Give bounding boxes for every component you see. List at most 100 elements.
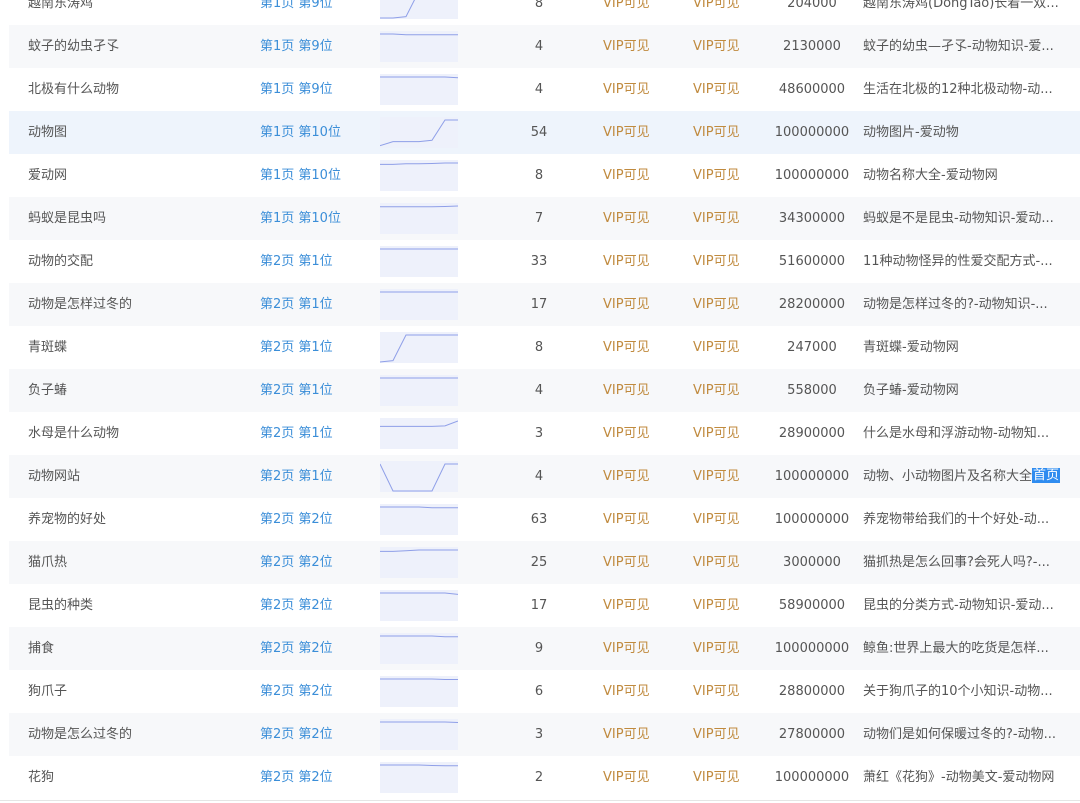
page-title-text[interactable]: 动物、小动物图片及名称大全 bbox=[863, 469, 1032, 484]
page-title-link[interactable]: 蚂蚁是不是昆虫-动物知识-爱动... bbox=[863, 197, 1076, 240]
page-title-text[interactable]: 鲸鱼:世界上最大的吃货是怎样... bbox=[863, 641, 1049, 656]
page-title-text[interactable]: 萧红《花狗》-动物美文-爱动物网 bbox=[863, 770, 1054, 785]
mobile-traffic-vip-link[interactable]: VIP可见 bbox=[693, 326, 763, 369]
page-title-link[interactable]: 生活在北极的12种北极动物-动... bbox=[863, 68, 1076, 111]
rank-position-link[interactable]: 第1页 第9位 bbox=[260, 68, 370, 111]
rank-position-link[interactable]: 第2页 第2位 bbox=[260, 627, 370, 670]
page-title-text[interactable]: 蚊子的幼虫—孑孓-动物知识-爱... bbox=[863, 39, 1054, 54]
rank-position-link[interactable]: 第2页 第2位 bbox=[260, 541, 370, 584]
rank-position-link[interactable]: 第1页 第10位 bbox=[260, 111, 370, 154]
pc-traffic-vip-link[interactable]: VIP可见 bbox=[603, 283, 673, 326]
page-title-text[interactable]: 关于狗爪子的10个小知识-动物... bbox=[863, 684, 1053, 699]
rank-position-link[interactable]: 第2页 第1位 bbox=[260, 455, 370, 498]
page-title-link[interactable]: 负子蝽-爱动物网 bbox=[863, 369, 1076, 412]
mobile-traffic-vip-link[interactable]: VIP可见 bbox=[693, 369, 763, 412]
keyword-cell[interactable]: 花狗 bbox=[28, 756, 248, 799]
keyword-cell[interactable]: 养宠物的好处 bbox=[28, 498, 248, 541]
pc-traffic-vip-link[interactable]: VIP可见 bbox=[603, 197, 673, 240]
keyword-cell[interactable]: 水母是什么动物 bbox=[28, 412, 248, 455]
page-title-link[interactable]: 动物、小动物图片及名称大全首页 bbox=[863, 455, 1076, 498]
mobile-traffic-vip-link[interactable]: VIP可见 bbox=[693, 197, 763, 240]
keyword-cell[interactable]: 捕食 bbox=[28, 627, 248, 670]
mobile-traffic-vip-link[interactable]: VIP可见 bbox=[693, 240, 763, 283]
page-title-link[interactable]: 动物是怎样过冬的?-动物知识-... bbox=[863, 283, 1076, 326]
pc-traffic-vip-link[interactable]: VIP可见 bbox=[603, 627, 673, 670]
rank-position-link[interactable]: 第2页 第1位 bbox=[260, 240, 370, 283]
pc-traffic-vip-link[interactable]: VIP可见 bbox=[603, 240, 673, 283]
page-title-text[interactable]: 11种动物怪异的性爱交配方式-... bbox=[863, 254, 1053, 269]
keyword-cell[interactable]: 蚊子的幼虫孑孓 bbox=[28, 25, 248, 68]
pc-traffic-vip-link[interactable]: VIP可见 bbox=[603, 670, 673, 713]
page-title-link[interactable]: 越南东涛鸡(DongTao)长着一双... bbox=[863, 0, 1076, 25]
rank-position-link[interactable]: 第1页 第9位 bbox=[260, 0, 370, 25]
page-title-text[interactable]: 养宠物带给我们的十个好处-动... bbox=[863, 512, 1049, 527]
page-title-link[interactable]: 动物名称大全-爱动物网 bbox=[863, 154, 1076, 197]
pc-traffic-vip-link[interactable]: VIP可见 bbox=[603, 369, 673, 412]
page-title-link[interactable]: 青斑蝶-爱动物网 bbox=[863, 326, 1076, 369]
pc-traffic-vip-link[interactable]: VIP可见 bbox=[603, 584, 673, 627]
keyword-cell[interactable]: 动物图 bbox=[28, 111, 248, 154]
page-title-text[interactable]: 蚂蚁是不是昆虫-动物知识-爱动... bbox=[863, 211, 1054, 226]
keyword-cell[interactable]: 青斑蝶 bbox=[28, 326, 248, 369]
page-title-link[interactable]: 关于狗爪子的10个小知识-动物... bbox=[863, 670, 1076, 713]
rank-position-link[interactable]: 第2页 第1位 bbox=[260, 412, 370, 455]
page-title-text[interactable]: 越南东涛鸡(DongTao)长着一双... bbox=[863, 0, 1059, 11]
mobile-traffic-vip-link[interactable]: VIP可见 bbox=[693, 670, 763, 713]
keyword-cell[interactable]: 动物是怎么过冬的 bbox=[28, 713, 248, 756]
mobile-traffic-vip-link[interactable]: VIP可见 bbox=[693, 455, 763, 498]
pc-traffic-vip-link[interactable]: VIP可见 bbox=[603, 111, 673, 154]
page-title-text[interactable]: 生活在北极的12种北极动物-动... bbox=[863, 82, 1053, 97]
page-title-text[interactable]: 猫抓热是怎么回事?会死人吗?-... bbox=[863, 555, 1050, 570]
page-title-text[interactable]: 负子蝽-爱动物网 bbox=[863, 383, 959, 398]
page-title-link[interactable]: 动物图片-爱动物 bbox=[863, 111, 1076, 154]
page-title-text[interactable]: 什么是水母和浮游动物-动物知... bbox=[863, 426, 1049, 441]
keyword-cell[interactable]: 越南东涛鸡 bbox=[28, 0, 248, 25]
page-title-link[interactable]: 萧红《花狗》-动物美文-爱动物网 bbox=[863, 756, 1076, 799]
mobile-traffic-vip-link[interactable]: VIP可见 bbox=[693, 756, 763, 799]
mobile-traffic-vip-link[interactable]: VIP可见 bbox=[693, 541, 763, 584]
page-title-text[interactable]: 青斑蝶-爱动物网 bbox=[863, 340, 959, 355]
mobile-traffic-vip-link[interactable]: VIP可见 bbox=[693, 68, 763, 111]
pc-traffic-vip-link[interactable]: VIP可见 bbox=[603, 541, 673, 584]
rank-position-link[interactable]: 第2页 第2位 bbox=[260, 584, 370, 627]
mobile-traffic-vip-link[interactable]: VIP可见 bbox=[693, 154, 763, 197]
keyword-cell[interactable]: 蚂蚁是昆虫吗 bbox=[28, 197, 248, 240]
page-title-text[interactable]: 动物们是如何保暖过冬的?-动物... bbox=[863, 727, 1056, 742]
pc-traffic-vip-link[interactable]: VIP可见 bbox=[603, 412, 673, 455]
rank-position-link[interactable]: 第2页 第2位 bbox=[260, 670, 370, 713]
mobile-traffic-vip-link[interactable]: VIP可见 bbox=[693, 627, 763, 670]
pc-traffic-vip-link[interactable]: VIP可见 bbox=[603, 713, 673, 756]
rank-position-link[interactable]: 第1页 第9位 bbox=[260, 25, 370, 68]
rank-position-link[interactable]: 第2页 第2位 bbox=[260, 498, 370, 541]
page-title-link[interactable]: 鲸鱼:世界上最大的吃货是怎样... bbox=[863, 627, 1076, 670]
mobile-traffic-vip-link[interactable]: VIP可见 bbox=[693, 283, 763, 326]
pc-traffic-vip-link[interactable]: VIP可见 bbox=[603, 756, 673, 799]
rank-position-link[interactable]: 第2页 第1位 bbox=[260, 369, 370, 412]
page-title-link[interactable]: 猫抓热是怎么回事?会死人吗?-... bbox=[863, 541, 1076, 584]
page-title-link[interactable]: 什么是水母和浮游动物-动物知... bbox=[863, 412, 1076, 455]
page-title-link[interactable]: 动物们是如何保暖过冬的?-动物... bbox=[863, 713, 1076, 756]
keyword-cell[interactable]: 猫爪热 bbox=[28, 541, 248, 584]
keyword-cell[interactable]: 负子蝽 bbox=[28, 369, 248, 412]
keyword-cell[interactable]: 北极有什么动物 bbox=[28, 68, 248, 111]
mobile-traffic-vip-link[interactable]: VIP可见 bbox=[693, 25, 763, 68]
mobile-traffic-vip-link[interactable]: VIP可见 bbox=[693, 111, 763, 154]
mobile-traffic-vip-link[interactable]: VIP可见 bbox=[693, 498, 763, 541]
keyword-cell[interactable]: 狗爪子 bbox=[28, 670, 248, 713]
pc-traffic-vip-link[interactable]: VIP可见 bbox=[603, 68, 673, 111]
mobile-traffic-vip-link[interactable]: VIP可见 bbox=[693, 713, 763, 756]
page-title-link[interactable]: 养宠物带给我们的十个好处-动... bbox=[863, 498, 1076, 541]
pc-traffic-vip-link[interactable]: VIP可见 bbox=[603, 455, 673, 498]
page-title-text[interactable]: 动物是怎样过冬的?-动物知识-... bbox=[863, 297, 1048, 312]
rank-position-link[interactable]: 第1页 第10位 bbox=[260, 154, 370, 197]
pc-traffic-vip-link[interactable]: VIP可见 bbox=[603, 25, 673, 68]
rank-position-link[interactable]: 第1页 第10位 bbox=[260, 197, 370, 240]
page-title-link[interactable]: 11种动物怪异的性爱交配方式-... bbox=[863, 240, 1076, 283]
page-title-text[interactable]: 昆虫的分类方式-动物知识-爱动... bbox=[863, 598, 1054, 613]
rank-position-link[interactable]: 第2页 第1位 bbox=[260, 326, 370, 369]
page-title-text[interactable]: 动物名称大全-爱动物网 bbox=[863, 168, 998, 183]
page-title-link[interactable]: 蚊子的幼虫—孑孓-动物知识-爱... bbox=[863, 25, 1076, 68]
rank-position-link[interactable]: 第2页 第1位 bbox=[260, 283, 370, 326]
pc-traffic-vip-link[interactable]: VIP可见 bbox=[603, 154, 673, 197]
mobile-traffic-vip-link[interactable]: VIP可见 bbox=[693, 412, 763, 455]
